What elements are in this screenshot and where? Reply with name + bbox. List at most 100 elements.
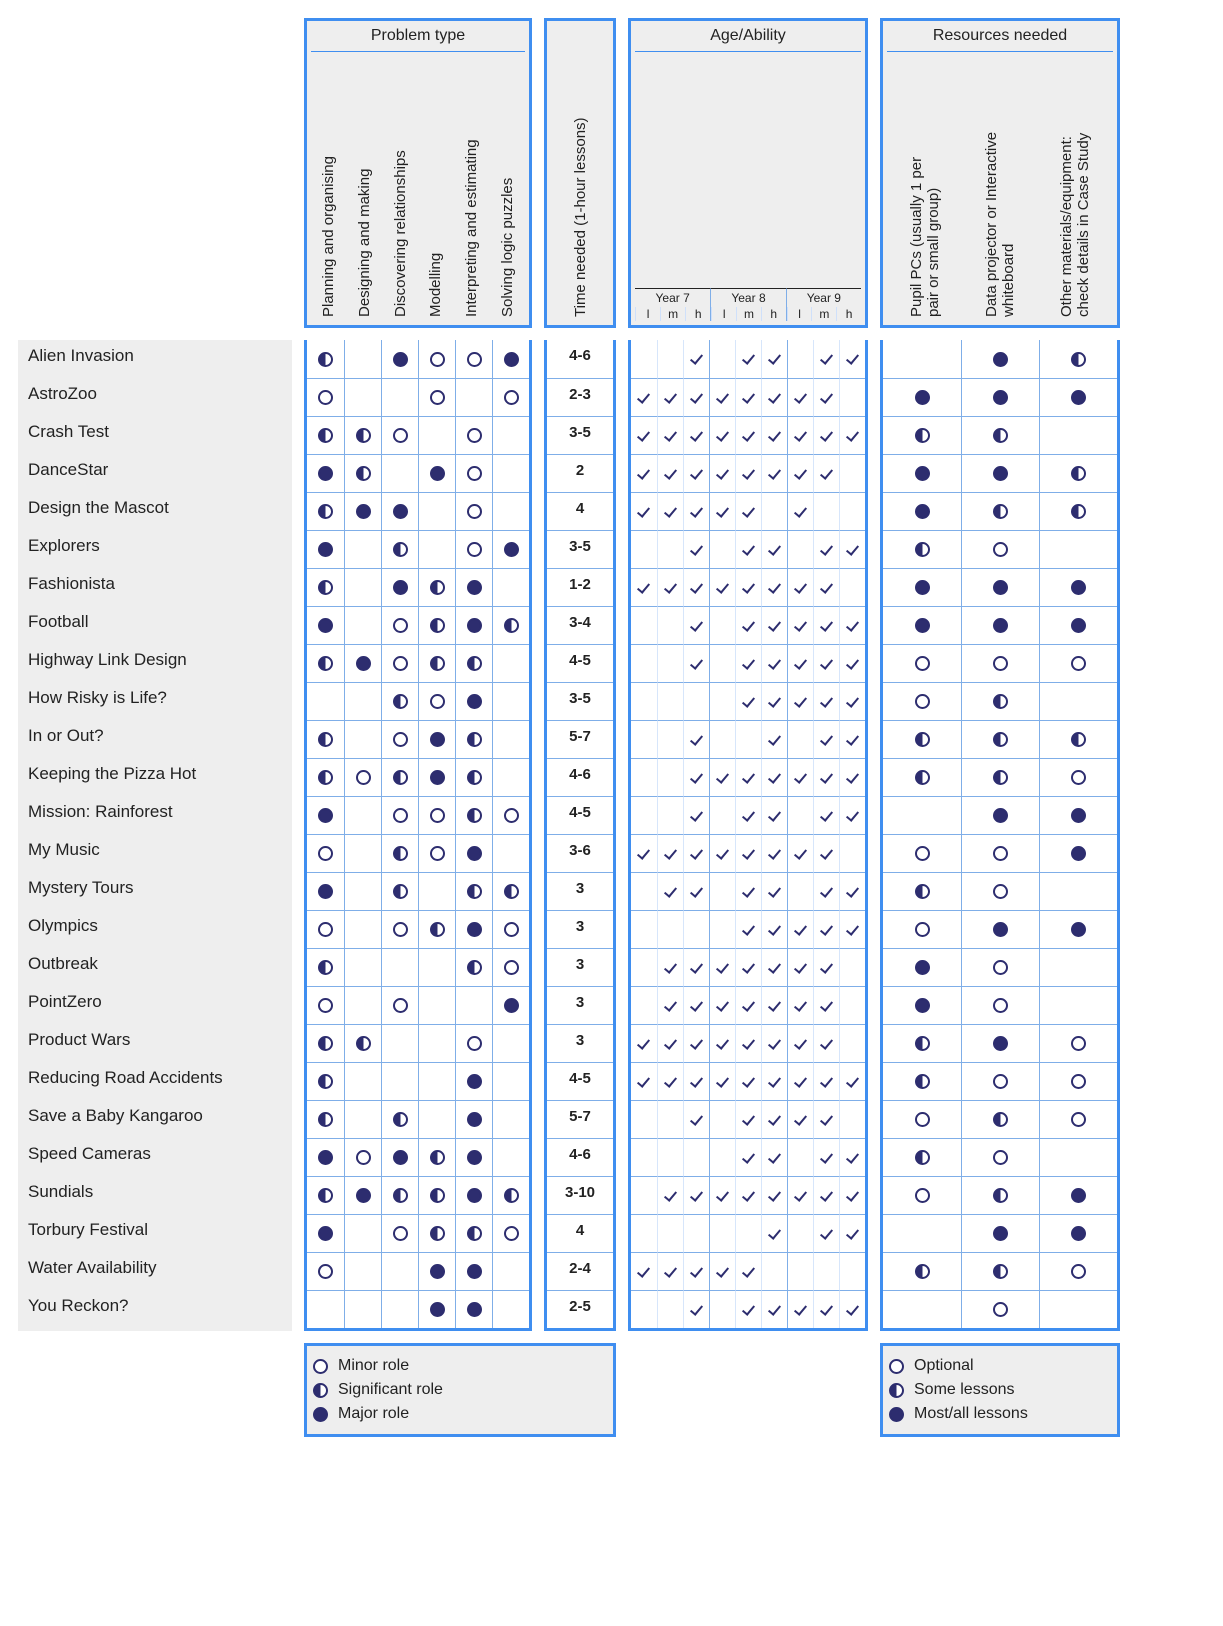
row-name: Fashionista <box>18 568 292 606</box>
tick-icon <box>716 1189 730 1203</box>
res-cells <box>883 416 1117 454</box>
pt-cell <box>344 378 381 416</box>
legend-resources: Optional Some lessons Most/all lessons <box>880 1343 1120 1437</box>
tick-icon <box>742 467 756 481</box>
res-cells <box>883 340 1117 378</box>
tick-icon <box>820 999 834 1013</box>
age-cell <box>657 758 683 796</box>
age-cell <box>683 492 709 530</box>
age-cell <box>787 986 813 1024</box>
res-cells <box>883 454 1117 492</box>
age-cell <box>709 1138 735 1176</box>
age-cell <box>813 1176 839 1214</box>
res-cells <box>883 1100 1117 1138</box>
pt-cell <box>418 1138 455 1176</box>
age-cell <box>761 986 787 1024</box>
tick-icon <box>664 1265 678 1279</box>
pt-cell <box>418 1100 455 1138</box>
age-cell <box>839 948 865 986</box>
time-cell: 3-6 <box>547 834 613 866</box>
row-name: Speed Cameras <box>18 1138 292 1176</box>
age-cell <box>839 682 865 720</box>
row-name: Save a Baby Kangaroo <box>18 1100 292 1138</box>
circle-full-icon <box>430 770 445 785</box>
legend-role: Minor role Significant role Major role <box>304 1343 616 1437</box>
pt-cell <box>381 1252 418 1290</box>
age-cell <box>683 834 709 872</box>
pt-cells <box>307 340 529 378</box>
age-cells <box>631 872 865 910</box>
pt-cell <box>455 340 492 378</box>
time-cell: 3-5 <box>547 416 613 448</box>
age-cell <box>631 416 657 454</box>
circle-empty-icon <box>915 922 930 937</box>
row-name: Mystery Tours <box>18 872 292 910</box>
circle-half-icon <box>467 770 482 785</box>
pt-cell <box>492 986 529 1024</box>
res-cell <box>883 1290 961 1328</box>
age-cell <box>709 454 735 492</box>
time-cell: 5-7 <box>547 720 613 752</box>
tick-icon <box>846 1227 860 1241</box>
age-cell <box>787 1214 813 1252</box>
tick-icon <box>794 695 808 709</box>
res-cell <box>961 720 1039 758</box>
circle-full-icon <box>467 580 482 595</box>
res-cell <box>961 454 1039 492</box>
res-cell <box>883 1214 961 1252</box>
circle-full-icon <box>1071 846 1086 861</box>
age-cell <box>761 682 787 720</box>
legend-some: Some lessons <box>914 1381 1015 1399</box>
tick-icon <box>742 391 756 405</box>
age-cell <box>631 986 657 1024</box>
tick-icon <box>820 657 834 671</box>
res-cells <box>883 986 1117 1024</box>
pt-cell <box>307 1138 344 1176</box>
res-cell <box>883 416 961 454</box>
time-cell: 3-5 <box>547 530 613 562</box>
circle-full-icon <box>318 884 333 899</box>
tick-icon <box>768 1189 782 1203</box>
time-cell: 3 <box>547 872 613 904</box>
age-cell <box>683 644 709 682</box>
pt-cell <box>492 606 529 644</box>
age-cell <box>813 1214 839 1252</box>
tick-icon <box>690 352 704 366</box>
pt-cell <box>307 1024 344 1062</box>
circle-half-icon <box>318 732 333 747</box>
tick-icon <box>768 581 782 595</box>
pt-cell <box>455 1100 492 1138</box>
tick-icon <box>742 771 756 785</box>
age-cell <box>761 1100 787 1138</box>
circle-half-icon <box>467 656 482 671</box>
age-cell <box>709 568 735 606</box>
circle-half-icon <box>915 1074 930 1089</box>
res-cell <box>961 1024 1039 1062</box>
pt-cells <box>307 1214 529 1252</box>
circle-half-icon <box>318 656 333 671</box>
circle-half-icon <box>993 770 1008 785</box>
pt-cell <box>455 606 492 644</box>
tick-icon <box>820 1075 834 1089</box>
pt-cell <box>455 986 492 1024</box>
res-cell <box>961 796 1039 834</box>
age-cell <box>761 378 787 416</box>
pt-cells <box>307 1024 529 1062</box>
age-cell <box>761 340 787 378</box>
res-cell <box>1039 492 1117 530</box>
pt-cell <box>455 454 492 492</box>
age-cell <box>813 796 839 834</box>
row-name: Highway Link Design <box>18 644 292 682</box>
age-cell <box>787 340 813 378</box>
age-cell <box>787 720 813 758</box>
res-cell <box>883 948 961 986</box>
pt-cell <box>307 910 344 948</box>
circle-full-icon <box>993 580 1008 595</box>
age-cell <box>839 1024 865 1062</box>
tick-icon <box>742 1151 756 1165</box>
tick-icon <box>637 847 651 861</box>
pt-cell <box>307 872 344 910</box>
age-cell <box>709 682 735 720</box>
tick-icon <box>690 1037 704 1051</box>
pt-cell <box>307 492 344 530</box>
